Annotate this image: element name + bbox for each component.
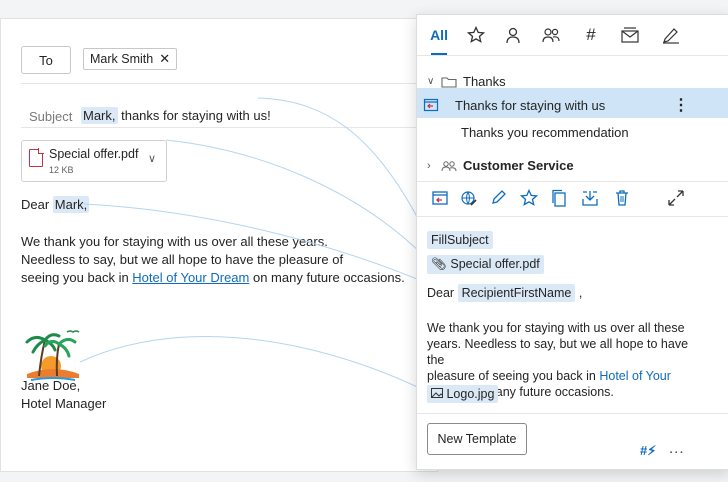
download-icon[interactable] bbox=[581, 189, 599, 207]
chevron-right-icon[interactable]: › bbox=[427, 160, 441, 172]
attachment-card[interactable]: Special offer.pdf 12 KB ∨ bbox=[21, 140, 167, 182]
people-icon[interactable] bbox=[541, 23, 561, 47]
new-template-button[interactable]: New Template bbox=[427, 423, 527, 455]
recipient-first-name-token: RecipientFirstName bbox=[457, 284, 576, 302]
insert-template-icon[interactable] bbox=[431, 189, 449, 207]
copy-icon[interactable] bbox=[550, 189, 568, 207]
body-line: We thank you for staying with us over al… bbox=[21, 234, 328, 249]
person-icon[interactable] bbox=[504, 23, 522, 47]
signature-icon[interactable] bbox=[661, 23, 681, 47]
paperclip-icon: 📎︎ bbox=[431, 257, 447, 271]
to-button[interactable]: To bbox=[21, 46, 71, 74]
signature: Jane Doe, Hotel Manager bbox=[21, 377, 106, 413]
logo-token-label: Logo.jpg bbox=[446, 387, 495, 401]
divider bbox=[21, 127, 417, 128]
edit-icon[interactable] bbox=[490, 189, 508, 207]
preview-text: Dear bbox=[427, 286, 455, 300]
templates-panel: All # ∨ Thanks Thanks for staying with u… bbox=[416, 14, 728, 470]
folder-label: Customer Service bbox=[463, 158, 574, 173]
hotel-link[interactable]: Hotel of Your Dream bbox=[132, 270, 249, 285]
folder-icon bbox=[441, 76, 457, 88]
template-label: Thanks you recommendation bbox=[461, 125, 629, 140]
preview-text: , bbox=[578, 286, 583, 300]
divider bbox=[417, 413, 728, 414]
body-text: seeing you back in bbox=[21, 270, 133, 285]
subject-field[interactable]: Mark, thanks for staying with us! bbox=[81, 107, 271, 124]
remove-recipient-icon[interactable]: ✕ bbox=[159, 51, 170, 67]
group-icon bbox=[441, 160, 457, 171]
divider bbox=[21, 83, 417, 84]
subject-label: Subject bbox=[29, 109, 73, 124]
delete-icon[interactable] bbox=[613, 189, 631, 207]
chevron-down-icon[interactable]: ∨ bbox=[148, 152, 156, 165]
attachment-name: Special offer.pdf bbox=[49, 147, 139, 161]
signature-name: Jane Doe, bbox=[21, 378, 81, 393]
mail-stack-icon[interactable] bbox=[620, 23, 640, 47]
tab-all[interactable]: All bbox=[430, 23, 448, 55]
edit-shared-icon[interactable] bbox=[460, 189, 478, 207]
body-line: Needless to say, but we all hope to have… bbox=[21, 252, 344, 267]
template-label: Thanks for staying with us bbox=[455, 97, 606, 113]
expand-icon[interactable] bbox=[667, 189, 685, 207]
logo-token: Logo.jpg bbox=[427, 385, 499, 403]
compose-window: To Mark Smith ✕ Subject Mark, thanks for… bbox=[0, 18, 438, 472]
tab-bar: All # bbox=[417, 15, 728, 56]
folder-label: Thanks bbox=[463, 74, 506, 89]
body-line: seeing you back in Hotel of Your Dream o… bbox=[21, 269, 405, 287]
attachment-token: 📎︎ Special offer.pdf bbox=[427, 255, 544, 274]
greeting-prefix: Dear bbox=[21, 197, 53, 212]
greeting-name-token: Mark, bbox=[52, 196, 90, 213]
pdf-icon bbox=[29, 148, 44, 167]
favorite-icon[interactable] bbox=[520, 189, 538, 207]
folder-thanks[interactable]: ∨ Thanks bbox=[427, 74, 506, 89]
recipient-name: Mark Smith bbox=[90, 52, 154, 66]
subject-name-token: Mark, bbox=[81, 107, 118, 124]
template-item-selected[interactable]: Thanks for staying with us bbox=[423, 97, 605, 113]
preview-text: pleasure of seeing you back in bbox=[427, 369, 600, 383]
fill-subject-token: FillSubject bbox=[427, 231, 493, 249]
attachment-token-label: Special offer.pdf bbox=[450, 257, 540, 271]
template-toolbar bbox=[417, 181, 728, 217]
preview-line: years. Needless to say, but we all hope … bbox=[427, 337, 689, 367]
more-icon[interactable]: ... bbox=[669, 440, 685, 457]
preview-line: We thank you for staying with us over al… bbox=[427, 321, 685, 335]
hash-icon[interactable]: # bbox=[583, 23, 599, 47]
preview-greeting: Dear RecipientFirstName , bbox=[427, 284, 697, 302]
template-item[interactable]: Thanks you recommendation bbox=[461, 125, 629, 140]
greeting: Dear Mark, bbox=[21, 196, 90, 214]
body-text: on many future occasions. bbox=[249, 270, 405, 285]
folder-customer-service[interactable]: › Customer Service bbox=[427, 158, 574, 173]
hash-lightning-icon[interactable]: #⚡︎ bbox=[640, 443, 656, 459]
recipient-chip[interactable]: Mark Smith ✕ bbox=[83, 48, 178, 70]
attachment-size: 12 KB bbox=[49, 165, 74, 175]
template-icon bbox=[423, 98, 439, 112]
star-icon[interactable] bbox=[467, 23, 485, 47]
chevron-down-icon[interactable]: ∨ bbox=[427, 76, 441, 87]
body-paragraph: We thank you for staying with us over al… bbox=[21, 233, 405, 287]
signature-title: Hotel Manager bbox=[21, 396, 107, 411]
more-options-icon[interactable]: ⋮ bbox=[673, 95, 689, 115]
subject-text: thanks for staying with us! bbox=[117, 108, 271, 123]
image-icon bbox=[431, 388, 443, 398]
